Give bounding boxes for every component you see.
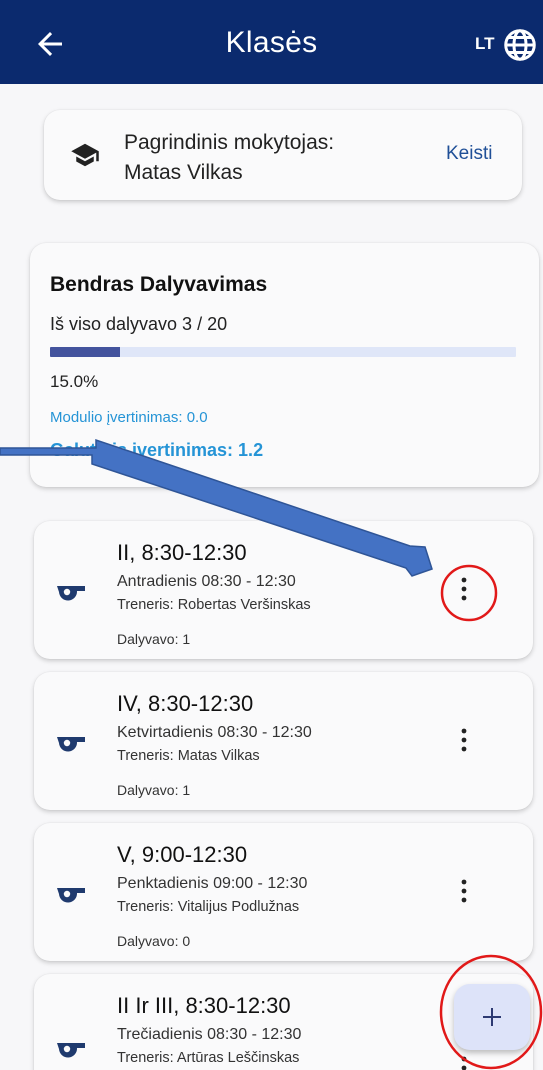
head-teacher-label: Pagrindinis mokytojas: <box>124 131 335 154</box>
attendance-title: Bendras Dalyvavimas <box>50 273 268 296</box>
more-vert-icon[interactable] <box>455 1054 473 1070</box>
more-vert-icon[interactable] <box>455 575 473 603</box>
whistle-icon <box>57 737 85 752</box>
head-teacher-card: Pagrindinis mokytojas: Matas Vilkas Keis… <box>44 110 522 200</box>
session-attendance: Dalyvavo: 1 <box>117 782 191 798</box>
attendance-percent: 15.0% <box>50 372 99 391</box>
graduation-cap-icon <box>71 143 99 167</box>
session-title: II Ir III, 8:30-12:30 <box>117 993 291 1018</box>
whistle-icon <box>57 888 85 903</box>
session-coach: Treneris: Artūras Leščinskas <box>117 1050 300 1066</box>
head-teacher-name: Matas Vilkas <box>124 161 243 184</box>
session-attendance: Dalyvavo: 1 <box>117 631 191 647</box>
attendance-progress-bar <box>50 347 516 357</box>
module-grade: Modulio įvertinimas: 0.0 <box>50 409 208 426</box>
page-title: Klasės <box>225 26 318 59</box>
session-card[interactable]: IV, 8:30-12:30 Ketvirtadienis 08:30 - 12… <box>34 672 533 810</box>
app-bar: Klasės LT <box>0 0 543 84</box>
session-title: II, 8:30-12:30 <box>117 540 247 565</box>
final-grade: Galutinis įvertinimas: 1.2 <box>50 440 264 460</box>
whistle-icon <box>57 586 85 601</box>
language-code[interactable]: LT <box>475 34 495 54</box>
session-coach: Treneris: Vitalijus Podlužnas <box>117 899 300 915</box>
more-vert-icon[interactable] <box>455 726 473 754</box>
session-card[interactable]: II, 8:30-12:30 Antradienis 08:30 - 12:30… <box>34 521 533 659</box>
session-attendance: Dalyvavo: 0 <box>117 933 191 949</box>
attendance-total: Iš viso dalyvavo 3 / 20 <box>50 314 228 334</box>
session-schedule: Trečiadienis 08:30 - 12:30 <box>117 1026 302 1043</box>
change-teacher-button[interactable]: Keisti <box>446 143 492 165</box>
session-schedule: Antradienis 08:30 - 12:30 <box>117 573 296 590</box>
whistle-icon <box>57 1043 85 1058</box>
session-title: V, 9:00-12:30 <box>117 842 248 867</box>
attendance-progress-fill <box>50 347 120 357</box>
more-vert-icon[interactable] <box>455 877 473 905</box>
session-schedule: Ketvirtadienis 08:30 - 12:30 <box>117 724 312 741</box>
session-coach: Treneris: Matas Vilkas <box>117 748 260 764</box>
session-schedule: Penktadienis 09:00 - 12:30 <box>117 875 308 892</box>
session-title: IV, 8:30-12:30 <box>117 691 254 716</box>
overall-attendance-card: Bendras Dalyvavimas Iš viso dalyvavo 3 /… <box>30 243 539 487</box>
globe-icon[interactable] <box>502 27 538 63</box>
add-session-button[interactable] <box>454 984 530 1050</box>
session-coach: Treneris: Robertas Veršinskas <box>117 597 311 613</box>
session-card[interactable]: V, 9:00-12:30 Penktadienis 09:00 - 12:30… <box>34 823 533 961</box>
plus-icon <box>483 1008 501 1026</box>
